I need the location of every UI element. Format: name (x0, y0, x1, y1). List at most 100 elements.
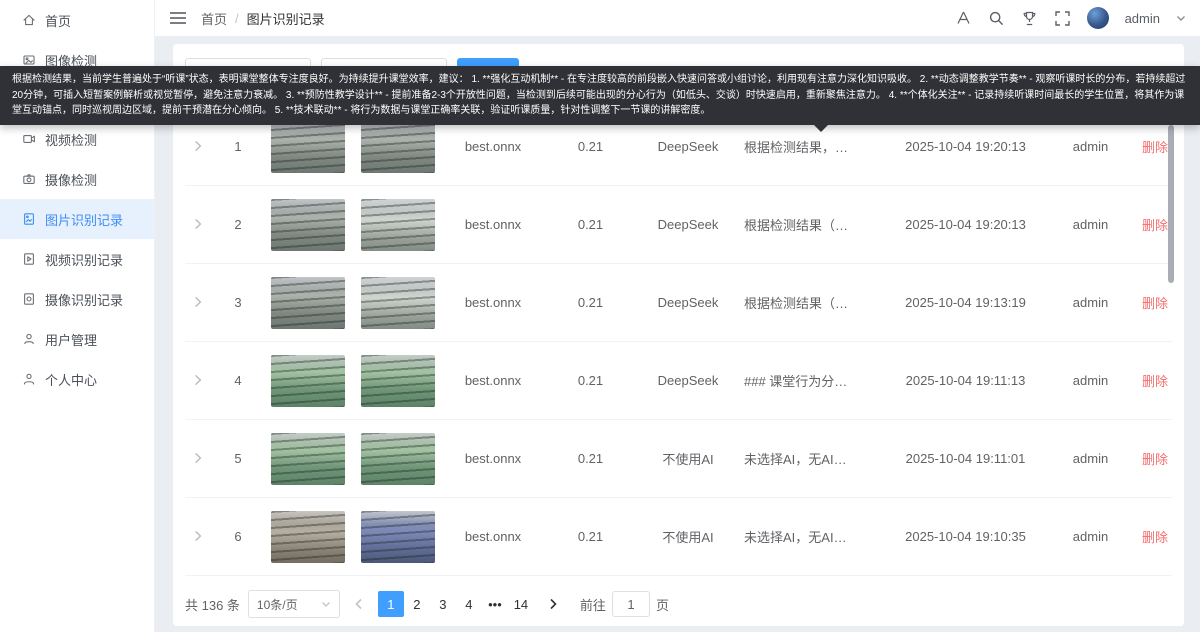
result-image-thumbnail[interactable] (361, 276, 435, 329)
prev-page-button[interactable] (348, 591, 370, 617)
ai-suggestion-text: 根据检测结果，当前学生普遍处于“听课”状态，表明课堂整体专注度良好。为持续提升课… (12, 74, 1186, 116)
sidebar-item-label: 图片识别记录 (45, 212, 124, 228)
goto-unit-label: 页 (655, 597, 669, 613)
result-image-thumbnail[interactable] (361, 432, 435, 485)
pagination: 共 136 条 10条/页 1234•••14 前往 页 (185, 582, 1172, 626)
sidebar-item-camera-detect[interactable]: 摄像检测 (0, 159, 154, 199)
model-name: best.onnx (464, 529, 522, 544)
ai-type: 不使用AI (662, 530, 714, 545)
row-index: 1 (234, 139, 242, 154)
result-image-thumbnail[interactable] (361, 120, 435, 173)
delete-link[interactable]: 删除 (1142, 527, 1168, 546)
table-row: 3 best.onnx 0.21 DeepSeek 根据检测结果（… 2025-… (185, 264, 1172, 342)
sidebar-item-video-detect[interactable]: 视频检测 (0, 119, 154, 159)
delete-link[interactable]: 删除 (1142, 293, 1168, 312)
row-expand-icon[interactable] (192, 140, 206, 154)
page-button-2[interactable]: 2 (404, 591, 430, 617)
next-page-button[interactable] (542, 591, 564, 617)
record-user: admin (1072, 295, 1109, 310)
breadcrumb: 首页 / 图片识别记录 (201, 9, 325, 28)
row-expand-icon[interactable] (192, 296, 206, 310)
topbar-actions: admin (955, 7, 1186, 29)
avatar[interactable] (1086, 7, 1109, 29)
username[interactable]: admin (1125, 11, 1160, 26)
fullscreen-icon[interactable] (1054, 10, 1071, 27)
records-card: 搜索 1 best.onnx 0.21 DeepSeek 根据检测结果，… 20… (173, 44, 1184, 626)
row-index: 6 (234, 529, 242, 544)
page-button-1[interactable]: 1 (377, 591, 404, 617)
record-time: 2025-10-04 19:20:13 (905, 217, 1026, 232)
sidebar-item-image-records[interactable]: 图片识别记录 (0, 199, 154, 239)
row-index: 5 (234, 451, 242, 466)
table-row: 4 best.onnx 0.21 DeepSeek ### 课堂行为分… 202… (185, 342, 1172, 420)
hamburger-menu-icon[interactable] (169, 11, 187, 25)
ai-type: DeepSeek (657, 217, 719, 232)
model-name: best.onnx (464, 139, 522, 154)
vertical-scrollbar-thumb[interactable] (1168, 125, 1174, 283)
pager-more[interactable]: ••• (482, 591, 508, 617)
result-text: 根据检测结果，… (744, 140, 849, 155)
row-expand-icon[interactable] (192, 218, 206, 232)
sidebar-item-label: 首页 (45, 13, 72, 29)
search-icon[interactable] (988, 10, 1005, 27)
original-image-thumbnail[interactable] (271, 120, 345, 173)
row-expand-icon[interactable] (192, 530, 206, 544)
theme-icon[interactable] (955, 10, 972, 27)
row-expand-icon[interactable] (192, 452, 206, 466)
sidebar-item-home[interactable]: 首页 (0, 0, 154, 40)
page-size-select[interactable]: 10条/页 (247, 590, 340, 618)
row-index: 2 (234, 217, 242, 232)
model-name: best.onnx (464, 373, 522, 388)
result-text: 未选择AI，无AI… (744, 452, 847, 467)
confidence-value: 0.21 (577, 295, 604, 310)
sidebar-item-video-records[interactable]: 视频识别记录 (0, 239, 154, 279)
breadcrumb-separator: / (235, 10, 239, 26)
award-icon[interactable] (1021, 10, 1038, 27)
page-button-4[interactable]: 4 (456, 591, 482, 617)
model-name: best.onnx (464, 295, 522, 310)
record-time: 2025-10-04 19:20:13 (905, 139, 1026, 154)
page-button-3[interactable]: 3 (430, 591, 456, 617)
delete-link[interactable]: 删除 (1142, 371, 1168, 390)
original-image-thumbnail[interactable] (271, 276, 345, 329)
sidebar-item-label: 摄像识别记录 (45, 292, 124, 308)
original-image-thumbnail[interactable] (271, 354, 345, 407)
ai-type: DeepSeek (657, 373, 719, 388)
original-image-thumbnail[interactable] (271, 510, 345, 563)
original-image-thumbnail[interactable] (271, 432, 345, 485)
original-image-thumbnail[interactable] (271, 198, 345, 251)
record-user: admin (1072, 139, 1109, 154)
confidence-value: 0.21 (577, 217, 604, 232)
sidebar-item-camera-records[interactable]: 摄像识别记录 (0, 279, 154, 319)
sidebar-item-label: 摄像检测 (45, 172, 98, 188)
delete-link[interactable]: 删除 (1142, 449, 1168, 468)
record-time: 2025-10-04 19:11:13 (905, 373, 1026, 388)
sidebar-item-user-management[interactable]: 用户管理 (0, 319, 154, 359)
result-image-thumbnail[interactable] (361, 510, 435, 563)
main-content: 搜索 1 best.onnx 0.21 DeepSeek 根据检测结果，… 20… (155, 36, 1200, 632)
model-name: best.onnx (464, 217, 522, 232)
ai-type: DeepSeek (657, 295, 719, 310)
result-image-thumbnail[interactable] (361, 198, 435, 251)
breadcrumb-current: 图片识别记录 (246, 11, 325, 27)
tooltip-arrow (814, 124, 828, 139)
delete-link[interactable]: 删除 (1142, 215, 1168, 234)
sidebar-item-label: 视频检测 (45, 132, 98, 148)
topbar: 首页 / 图片识别记录 admin (155, 0, 1200, 36)
home-icon (22, 13, 36, 27)
goto-page-input[interactable] (611, 591, 650, 617)
delete-link[interactable]: 删除 (1142, 137, 1168, 156)
sidebar-item-profile-center[interactable]: 个人中心 (0, 359, 154, 399)
row-expand-icon[interactable] (192, 374, 206, 388)
record-user: admin (1072, 217, 1109, 232)
video-record-icon (22, 252, 36, 266)
image-record-icon (22, 212, 36, 226)
table-row: 5 best.onnx 0.21 不使用AI 未选择AI，无AI… 2025-1… (185, 420, 1172, 498)
breadcrumb-home[interactable]: 首页 (201, 9, 227, 28)
result-image-thumbnail[interactable] (361, 354, 435, 407)
image-detect-icon (22, 53, 36, 67)
ai-suggestion-tooltip: 根据检测结果，当前学生普遍处于“听课”状态，表明课堂整体专注度良好。为持续提升课… (0, 66, 1200, 132)
page-button-14[interactable]: 14 (508, 591, 534, 617)
confidence-value: 0.21 (577, 373, 604, 388)
row-index: 3 (234, 295, 242, 310)
